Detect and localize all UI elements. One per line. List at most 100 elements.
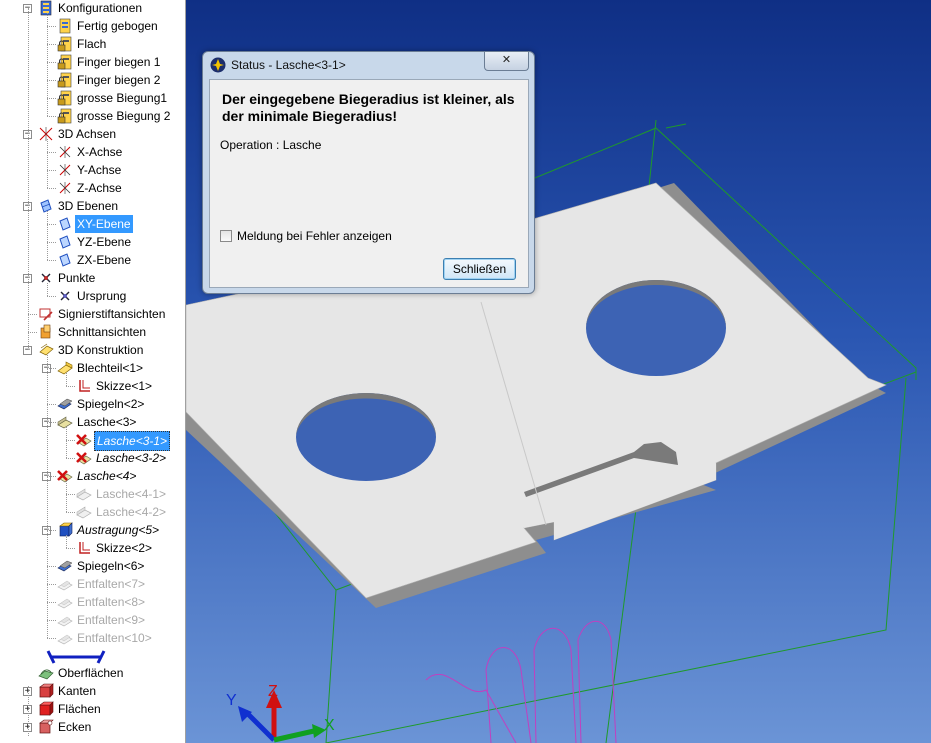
tree-item-label: ZX-Ebene (77, 253, 132, 267)
sheetmetal-icon (57, 360, 73, 376)
tree-line (47, 152, 56, 153)
close-button[interactable]: ✕ (484, 52, 529, 71)
tree-item-label: Flächen (58, 702, 101, 716)
axis-icon (57, 144, 73, 160)
axis-triad (238, 690, 326, 743)
tree-item-label: Signierstiftansichten (58, 307, 166, 321)
tree-line (47, 355, 48, 638)
tree-line (47, 13, 48, 116)
feature-tree[interactable]: − Konfigurationen Fertig gebogen Flach Finge… (0, 0, 186, 743)
tree-item-label: 3D Konstruktion (58, 343, 144, 357)
tree-line (28, 314, 37, 315)
status-dialog[interactable]: Status - Lasche<3-1> ✕ Der eingegebene B… (202, 51, 535, 294)
mirror-icon (57, 558, 73, 574)
tree-item[interactable]: − Lasche<4> (0, 467, 184, 485)
tree-line (28, 686, 29, 736)
tree-item-label: YZ-Ebene (77, 235, 132, 249)
config-locked-icon (57, 54, 73, 70)
axis-icon (57, 180, 73, 196)
tree-item[interactable]: Entfalten<7> (0, 575, 184, 593)
show-errors-checkbox[interactable] (220, 230, 232, 242)
tree-line (47, 283, 48, 296)
tree-item[interactable]: − Lasche<3> (0, 413, 184, 431)
error-flange-icon (57, 468, 73, 484)
surfaces-separator-icon (46, 650, 106, 664)
tree-item[interactable]: Entfalten<9> (0, 611, 184, 629)
tree-item-label: Ecken (58, 720, 92, 734)
tree-item-label: Schnittansichten (58, 325, 147, 339)
tree-item[interactable]: Spiegeln<2> (0, 395, 184, 413)
tree-item[interactable]: Lasche<3-2> (0, 449, 184, 467)
flange-disabled-icon (76, 504, 92, 520)
tree-line (47, 62, 56, 63)
tree-line (66, 548, 75, 549)
axis-y-label: Y (226, 692, 237, 709)
tree-item[interactable]: − Blechteil<1> (0, 359, 184, 377)
show-errors-checkbox-label[interactable]: Meldung bei Fehler anzeigen (237, 229, 392, 243)
tree-line (47, 224, 56, 225)
tree-line (47, 368, 56, 369)
tree-item-label: 3D Ebenen (58, 199, 119, 213)
tree-line (47, 26, 56, 27)
tree-line (47, 242, 56, 243)
tree-item[interactable]: Skizze<1> (0, 377, 184, 395)
tree-item-label: XY-Ebene (75, 215, 133, 233)
tree-line (47, 170, 56, 171)
config-icon (38, 0, 54, 16)
dialog-title: Status - Lasche<3-1> (231, 58, 346, 72)
tree-item-label: Entfalten<8> (77, 595, 146, 609)
corners-icon (38, 719, 54, 735)
sketch-icon (76, 540, 92, 556)
axes-icon (38, 126, 54, 142)
tree-item[interactable]: Lasche<3-1> (0, 431, 184, 451)
tree-line (66, 386, 75, 387)
tree-item-label: Lasche<4> (77, 469, 137, 483)
tree-item[interactable]: Entfalten<8> (0, 593, 184, 611)
tree-item-label: Z-Achse (77, 181, 122, 195)
tree-item-label: Entfalten<10> (77, 631, 152, 645)
error-flange-icon (76, 450, 92, 466)
tree-item[interactable]: − Austragung<5> (0, 521, 184, 539)
tree-line (47, 638, 56, 639)
operation-label: Operation : Lasche (220, 138, 322, 152)
tree-line (47, 211, 48, 260)
app-logo-icon (210, 57, 226, 73)
extrude-icon (57, 522, 73, 538)
tree-item[interactable]: Lasche<4-1> (0, 485, 184, 503)
tree-item-label: Konfigurationen (58, 1, 143, 15)
pen-view-icon (38, 306, 54, 322)
tree-item-label: Finger biegen 2 (77, 73, 161, 87)
tree-line (47, 44, 56, 45)
error-message: Der eingegebene Biegeradius ist kleiner,… (222, 91, 515, 124)
unfold-disabled-icon (57, 576, 73, 592)
tree-line (47, 80, 56, 81)
tree-line (47, 566, 56, 567)
unfold-disabled-icon (57, 594, 73, 610)
axis-x-label: X (324, 717, 335, 734)
dialog-body: Der eingegebene Biegeradius ist kleiner,… (209, 79, 529, 288)
close-dialog-button[interactable]: Schließen (443, 258, 516, 280)
config-locked-icon (57, 108, 73, 124)
points-icon (38, 270, 54, 286)
axis-icon (57, 162, 73, 178)
tree-item[interactable]: Entfalten<10> (0, 629, 184, 647)
tree-line (47, 139, 48, 188)
sketch-lines (425, 620, 617, 743)
tree-item[interactable]: Lasche<4-2> (0, 503, 184, 521)
tree-line (66, 494, 75, 495)
config-locked-icon (57, 90, 73, 106)
plane-icon (57, 216, 73, 232)
tree-line (47, 116, 56, 117)
tree-item-label: Lasche<3-1> (94, 431, 171, 451)
tree-item[interactable]: Spiegeln<6> (0, 557, 184, 575)
tree-item-label: Blechteil<1> (77, 361, 144, 375)
tree-item-label: Entfalten<7> (77, 577, 146, 591)
tree-line (47, 620, 56, 621)
tree-item-label: Ursprung (77, 289, 127, 303)
tree-item[interactable]: Skizze<2> (0, 539, 184, 557)
tree-line (47, 260, 56, 261)
tree-line (28, 8, 29, 350)
tree-item-label: Austragung<5> (77, 523, 160, 537)
tree-item-label: Lasche<3-2> (96, 451, 167, 465)
tree-item[interactable]: Oberflächen (0, 664, 184, 682)
